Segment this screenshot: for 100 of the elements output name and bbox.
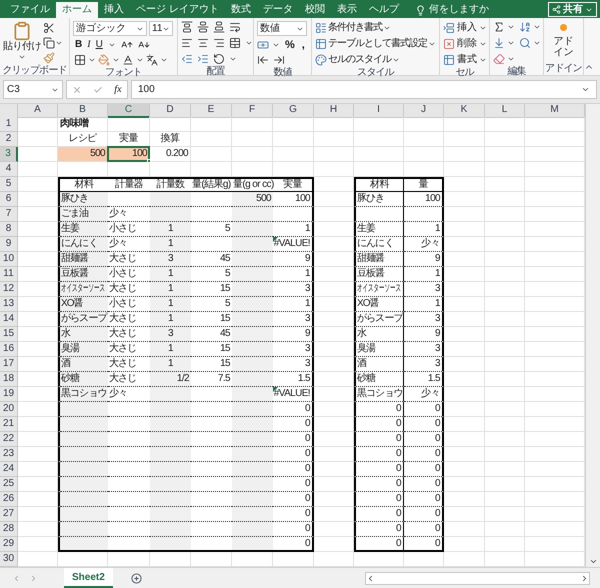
row-header[interactable]: 12	[0, 282, 18, 297]
grid-cell[interactable]	[404, 207, 444, 222]
insert-cells-icon[interactable]	[443, 22, 455, 34]
ribbon-tab[interactable]: ホーム	[56, 2, 98, 18]
grid-cell[interactable]	[150, 447, 191, 462]
table-cell[interactable]: 換算	[150, 132, 191, 147]
grid-cell[interactable]	[58, 537, 108, 552]
column-header[interactable]: H	[314, 104, 354, 118]
table-cell[interactable]: 少々	[404, 237, 444, 252]
grid-cell[interactable]	[150, 417, 191, 432]
formula-field[interactable]: 100	[131, 80, 597, 99]
ribbon-tab[interactable]: 表示	[330, 2, 363, 18]
table-cell[interactable]: 砂糖	[354, 372, 404, 387]
table-cell[interactable]: 500	[58, 147, 108, 162]
grid-cell[interactable]	[354, 207, 404, 222]
ribbon-command[interactable]: 挿入	[443, 21, 486, 34]
table-cell[interactable]: 水	[354, 327, 404, 342]
indent-decrease-icon[interactable]	[181, 53, 193, 65]
table-cell[interactable]: 1	[150, 237, 191, 252]
table-cell[interactable]: 甜麺醤	[354, 252, 404, 267]
table-cell[interactable]: 3	[273, 282, 314, 297]
table-cell[interactable]: 0	[404, 492, 444, 507]
scroll-right-icon[interactable]	[580, 574, 589, 582]
indent-increase-icon[interactable]	[197, 53, 209, 65]
error-indicator-icon[interactable]	[273, 387, 278, 392]
table-cell[interactable]: 3	[150, 252, 191, 267]
row-header[interactable]: 19	[0, 387, 18, 402]
grid-cell[interactable]	[232, 447, 273, 462]
ribbon-tab[interactable]: ヘルプ	[362, 2, 405, 18]
row-header[interactable]: 23	[0, 447, 18, 462]
search-icon[interactable]	[519, 37, 531, 49]
paste-button[interactable]: 貼り付け	[3, 21, 41, 64]
vertical-scrollbar[interactable]	[585, 104, 600, 567]
cancel-icon[interactable]	[72, 84, 82, 94]
row-header[interactable]: 9	[0, 237, 18, 252]
table-cell[interactable]: オイスターソース	[354, 282, 404, 297]
table-cell[interactable]: 水	[58, 327, 108, 342]
table-cell[interactable]: 1	[404, 267, 444, 282]
fill-icon[interactable]	[493, 37, 505, 49]
currency-icon[interactable]	[257, 39, 269, 51]
table-cell[interactable]: 3	[273, 312, 314, 327]
decimal-decrease-icon[interactable]	[273, 54, 285, 66]
format-style-button[interactable]: I	[87, 40, 91, 50]
row-header[interactable]: 25	[0, 477, 18, 492]
row-header[interactable]: 18	[0, 372, 18, 387]
table-cell[interactable]: 0	[354, 537, 404, 552]
horizontal-scrollbar[interactable]	[365, 572, 590, 584]
grid-cell[interactable]	[232, 252, 273, 267]
table-cell[interactable]: がらスープ	[354, 312, 404, 327]
column-header[interactable]: K	[444, 104, 485, 118]
table-cell[interactable]: 黒コショウ	[58, 387, 108, 402]
table-cell[interactable]: 実量	[273, 177, 314, 192]
table-cell[interactable]: 量(結果g)	[191, 177, 232, 192]
cell-style-icon[interactable]	[315, 54, 327, 66]
grid-cell[interactable]	[232, 492, 273, 507]
ribbon-tab[interactable]: ページ レイアウト	[130, 2, 225, 18]
table-cell[interactable]: にんにく	[354, 237, 404, 252]
table-cell[interactable]: 肉味噌	[58, 117, 108, 132]
table-cell[interactable]: 1	[150, 357, 191, 372]
table-cell[interactable]: 100	[273, 192, 314, 207]
grid-cell[interactable]	[232, 297, 273, 312]
table-cell[interactable]: がらスープ	[58, 312, 108, 327]
grid-cell[interactable]	[232, 507, 273, 522]
grid-cell[interactable]	[150, 492, 191, 507]
caret-icon[interactable]	[55, 39, 63, 47]
format-cells-icon[interactable]	[443, 54, 455, 66]
table-cell[interactable]: 臭湯	[354, 342, 404, 357]
number-format-field[interactable]: 数値	[257, 21, 307, 36]
table-cell[interactable]: 100	[108, 147, 150, 162]
table-cell[interactable]: 1	[150, 222, 191, 237]
caret-icon[interactable]	[160, 56, 168, 64]
grid-cell[interactable]	[232, 207, 273, 222]
column-header[interactable]: C	[108, 104, 150, 118]
table-cell[interactable]: 0	[354, 522, 404, 537]
table-cell[interactable]: 0	[273, 492, 314, 507]
phonetic-icon[interactable]	[146, 54, 158, 66]
grid-cell[interactable]	[232, 237, 273, 252]
grid-cell[interactable]	[150, 522, 191, 537]
row-header[interactable]: 30	[0, 552, 18, 567]
column-header[interactable]: L	[485, 104, 525, 118]
align-right-icon[interactable]	[213, 37, 225, 49]
row-header[interactable]: 6	[0, 192, 18, 207]
column-header[interactable]: J	[404, 104, 444, 118]
grid-cell[interactable]	[150, 537, 191, 552]
error-indicator-icon[interactable]	[273, 237, 278, 242]
grid-cell[interactable]	[58, 432, 108, 447]
insert-function-button[interactable]: fx	[114, 82, 122, 97]
table-cell[interactable]: 少々	[404, 387, 444, 402]
table-cell[interactable]: 黒コショウ	[354, 387, 404, 402]
table-cell[interactable]: 9	[273, 252, 314, 267]
table-cell[interactable]: 0	[404, 432, 444, 447]
table-cell[interactable]: 0	[273, 462, 314, 477]
sort-icon[interactable]	[519, 21, 531, 33]
table-cell[interactable]: 0	[354, 507, 404, 522]
table-cell[interactable]: XO醤	[354, 297, 404, 312]
grid-cell[interactable]	[232, 267, 273, 282]
grid-cell[interactable]	[150, 402, 191, 417]
table-cell[interactable]: 計量器	[108, 177, 150, 192]
ribbon-command[interactable]: セルのスタイル	[315, 53, 400, 66]
table-cell[interactable]: 0	[404, 507, 444, 522]
